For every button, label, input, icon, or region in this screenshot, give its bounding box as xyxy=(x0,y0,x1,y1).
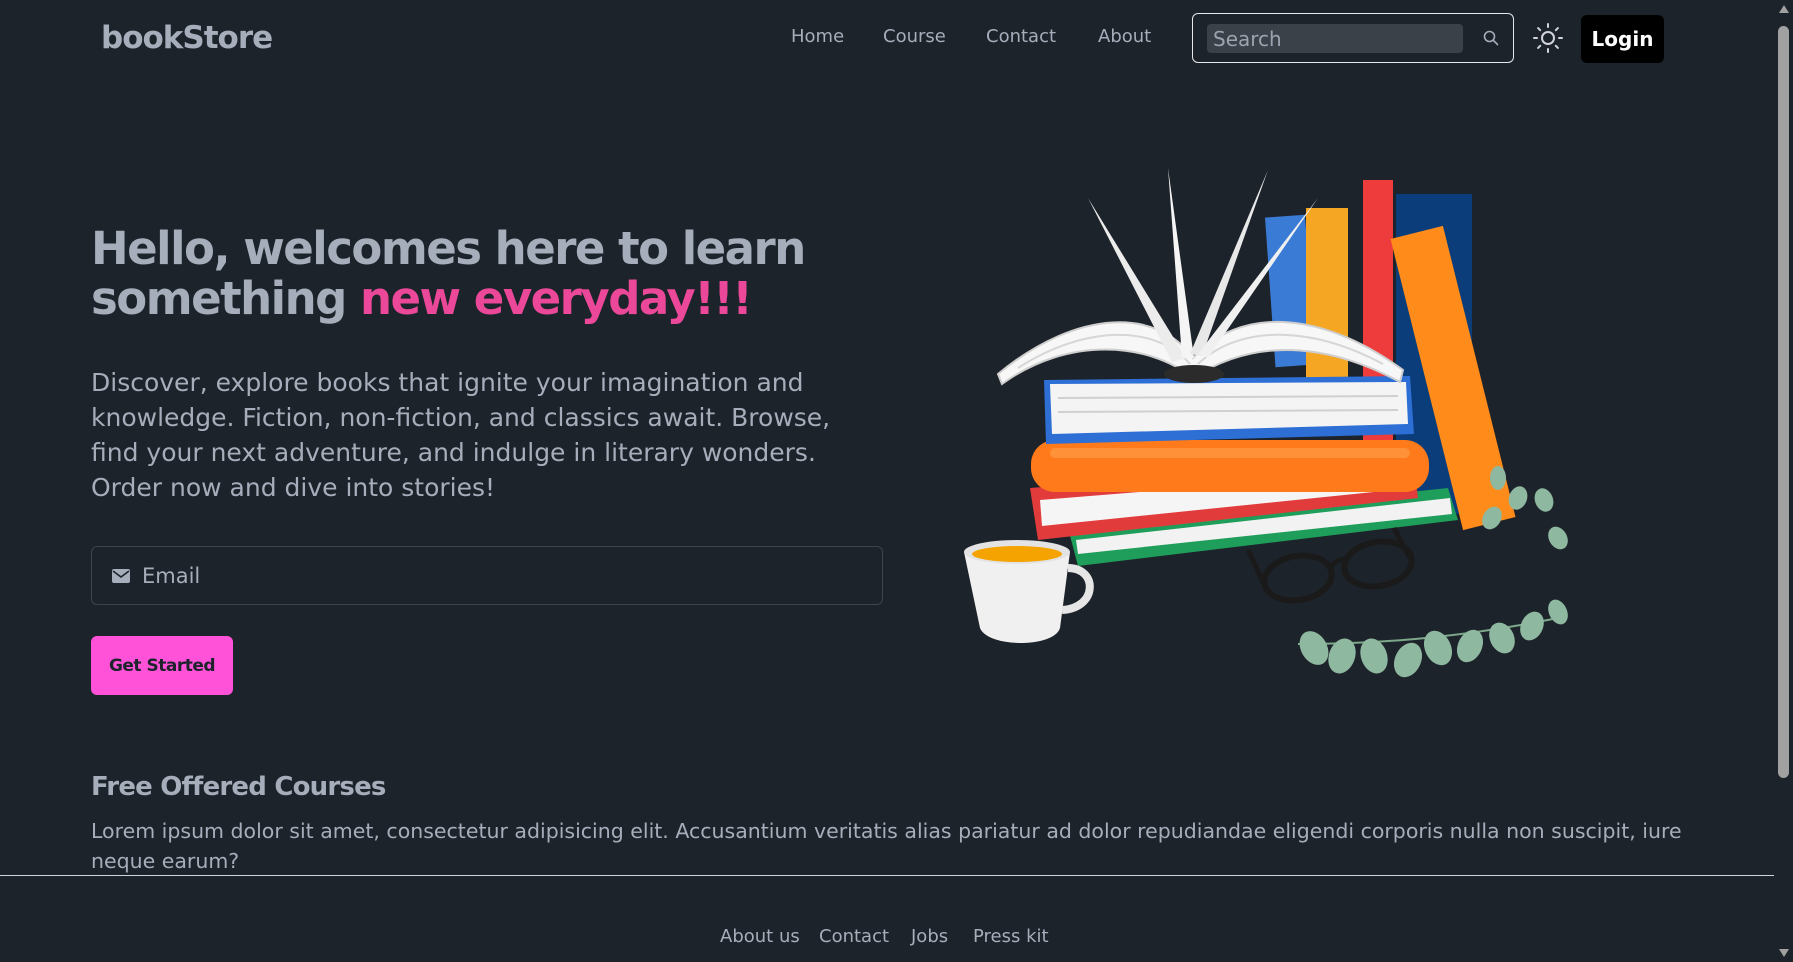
page: bookStore Home Course Contact About Logi… xyxy=(0,0,1774,962)
search-box xyxy=(1192,13,1514,63)
hero-title-accent: new everyday!!! xyxy=(360,272,753,325)
logo[interactable]: bookStore xyxy=(101,20,273,56)
scroll-thumb[interactable] xyxy=(1778,26,1789,778)
nav-home[interactable]: Home xyxy=(791,26,844,47)
sun-icon[interactable] xyxy=(1532,22,1564,54)
scroll-down-icon[interactable] xyxy=(1779,949,1789,957)
vertical-scrollbar[interactable] xyxy=(1774,0,1793,962)
scroll-up-icon[interactable] xyxy=(1779,5,1789,13)
footer-link-contact[interactable]: Contact xyxy=(819,926,889,947)
hero-title: Hello, welcomes here to learn something … xyxy=(91,224,851,324)
search-icon[interactable] xyxy=(1482,29,1500,47)
email-input[interactable] xyxy=(140,562,844,589)
footer-link-press-kit[interactable]: Press kit xyxy=(973,926,1049,947)
courses-description: Lorem ipsum dolor sit amet, consectetur … xyxy=(91,819,1682,873)
footer-link-jobs[interactable]: Jobs xyxy=(911,926,948,947)
nav-about[interactable]: About xyxy=(1098,26,1151,47)
footer-divider xyxy=(0,875,1774,876)
mail-icon xyxy=(112,568,130,583)
nav-course[interactable]: Course xyxy=(883,26,946,47)
login-button[interactable]: Login xyxy=(1581,15,1664,63)
books-illustration xyxy=(964,168,1568,678)
nav-contact[interactable]: Contact xyxy=(986,26,1056,47)
email-field xyxy=(91,546,883,605)
courses-title: Free Offered Courses xyxy=(91,772,386,802)
hero-description: Discover, explore books that ignite your… xyxy=(91,368,831,502)
footer-link-about[interactable]: About us xyxy=(720,926,800,947)
get-started-button[interactable]: Get Started xyxy=(91,636,233,695)
search-input[interactable] xyxy=(1207,24,1463,53)
